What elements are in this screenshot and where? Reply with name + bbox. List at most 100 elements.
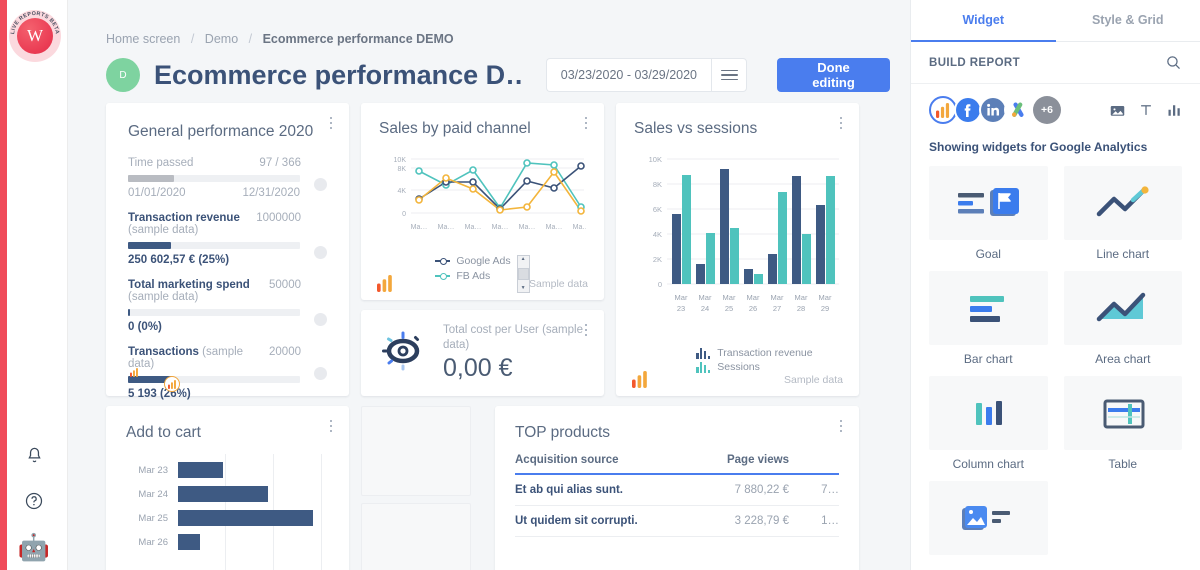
google-ads-icon[interactable] xyxy=(1004,96,1032,124)
image-icon[interactable] xyxy=(1110,103,1125,118)
linkedin-icon[interactable] xyxy=(979,96,1007,124)
breadcrumb-home[interactable]: Home screen xyxy=(106,32,180,46)
widget-option-area-chart[interactable]: Area chart xyxy=(1063,271,1182,366)
robot-icon[interactable]: 🤖 xyxy=(18,532,50,562)
widget-option-label: Table xyxy=(1108,457,1138,471)
question-circle-icon[interactable] xyxy=(19,486,49,516)
kpi-status-dot xyxy=(314,367,327,380)
widget-menu-icon[interactable] xyxy=(579,113,593,133)
empty-widget-slot[interactable] xyxy=(361,406,471,496)
svg-text:Ma…: Ma… xyxy=(465,224,482,231)
svg-text:23: 23 xyxy=(677,304,685,313)
legend-item[interactable]: Transaction revenue xyxy=(696,347,813,359)
svg-text:Mar: Mar xyxy=(675,293,688,302)
kpi-goal: 50000 xyxy=(269,279,301,291)
google-analytics-icon[interactable] xyxy=(929,96,957,124)
widget-general-performance[interactable]: General performance 2020 Time passed 97 … xyxy=(106,103,349,400)
widget-option-goal[interactable]: Goal xyxy=(929,166,1048,261)
scroll-up-icon[interactable]: ▲ xyxy=(521,256,526,263)
column-header-page-views[interactable]: Page views xyxy=(696,454,789,475)
text-icon[interactable] xyxy=(1139,103,1153,117)
google-analytics-icon-footer xyxy=(126,364,142,380)
widget-menu-icon[interactable] xyxy=(324,416,338,436)
svg-text:25: 25 xyxy=(725,304,733,313)
widget-top-products[interactable]: TOP products Acquisition source Page vie… xyxy=(495,406,859,570)
hamburger-icon[interactable] xyxy=(711,58,748,92)
kpi-value: 5 193 (26%) xyxy=(128,388,191,400)
table-icon xyxy=(1063,376,1182,450)
widget-option-table[interactable]: Table xyxy=(1063,376,1182,471)
search-icon[interactable] xyxy=(1165,54,1182,71)
widget-menu-icon[interactable] xyxy=(324,113,338,133)
widget-option-bar-chart[interactable]: Bar chart xyxy=(929,271,1048,366)
done-editing-button[interactable]: Done editing xyxy=(777,58,890,92)
more-sources-button[interactable]: +6 xyxy=(1033,96,1061,124)
kpi-progress-fill xyxy=(128,309,131,316)
source-icon-group: +6 xyxy=(929,96,1061,124)
widget-option-column-chart[interactable]: Column chart xyxy=(929,376,1048,471)
tab-style-and-grid[interactable]: Style & Grid xyxy=(1056,0,1200,42)
kpi-label: Total marketing spend xyxy=(128,279,250,291)
widget-sales-by-paid-channel[interactable]: Sales by paid channel 10K 8K 4K 0 Ma… Ma… xyxy=(361,103,604,300)
widget-menu-icon[interactable] xyxy=(579,320,593,340)
kpi-end-date: 12/31/2020 xyxy=(242,187,300,199)
date-range-input[interactable]: 03/23/2020 - 03/29/2020 xyxy=(545,58,712,92)
google-analytics-icon xyxy=(377,275,394,292)
kpi-goal: 97 / 366 xyxy=(259,157,301,169)
chart-icon[interactable] xyxy=(1167,103,1182,118)
build-report-bar: BUILD REPORT xyxy=(911,42,1200,84)
facebook-icon[interactable] xyxy=(954,96,982,124)
hbar-label: Mar 24 xyxy=(138,488,168,500)
svg-text:4K: 4K xyxy=(397,188,406,195)
table-row[interactable]: Et ab qui alias sunt. 7 880,22 € 7… xyxy=(515,474,839,506)
widget-add-to-cart[interactable]: Add to cart Mar 23 Mar 24 Mar 25 Mar 26 xyxy=(106,406,349,570)
hbar-label: Mar 25 xyxy=(138,512,168,524)
legend-marker-transaction-revenue xyxy=(696,347,711,359)
hbar-fill xyxy=(178,510,313,526)
widget-option-label: Goal xyxy=(975,247,1001,261)
legend-item[interactable]: Google Ads xyxy=(435,255,511,267)
widget-option-label: Column chart xyxy=(952,457,1024,471)
tab-widget[interactable]: Widget xyxy=(911,0,1056,42)
breadcrumb: Home screen / Demo / Ecommerce performan… xyxy=(106,32,454,46)
report-avatar: D xyxy=(106,58,140,92)
svg-text:8K: 8K xyxy=(397,166,406,173)
widget-tool-group xyxy=(1110,103,1182,118)
widget-option-label: Line chart xyxy=(1096,247,1150,261)
page-title[interactable]: Ecommerce performance D… xyxy=(154,60,524,91)
column-header-extra[interactable] xyxy=(789,454,839,475)
breadcrumb-separator-2: / xyxy=(248,32,253,46)
widget-title: Sales by paid channel xyxy=(379,120,531,137)
build-report-title: BUILD REPORT xyxy=(929,56,1021,69)
google-analytics-icon xyxy=(164,376,180,392)
bell-icon[interactable] xyxy=(19,440,49,470)
widget-menu-icon[interactable] xyxy=(834,113,848,133)
kpi-goal: 1000000 xyxy=(256,212,301,224)
app-logo[interactable]: LIVE REPORTS BETA W xyxy=(9,10,61,62)
widget-menu-icon[interactable] xyxy=(834,416,848,436)
breadcrumb-demo[interactable]: Demo xyxy=(205,32,238,46)
breadcrumb-current: Ecommerce performance DEMO xyxy=(262,32,454,46)
kpi-label: Time passed xyxy=(128,157,194,169)
svg-text:Mar: Mar xyxy=(747,293,760,302)
rail-icon-group: 🤖 xyxy=(0,440,68,562)
left-rail: LIVE REPORTS BETA W 🤖 xyxy=(0,0,68,570)
widget-option-image[interactable] xyxy=(929,481,1048,562)
svg-text:Mar: Mar xyxy=(795,293,808,302)
hbar-fill xyxy=(178,462,223,478)
report-header: D Ecommerce performance D… 03/23/2020 - … xyxy=(106,58,890,92)
column-header-acquisition-source[interactable]: Acquisition source xyxy=(515,454,697,475)
empty-widget-slot[interactable] xyxy=(361,503,471,570)
widget-sales-vs-sessions[interactable]: Sales vs sessions 10K 8K 6K 4K 2K 0 Mar … xyxy=(616,103,859,396)
date-range-group: 03/23/2020 - 03/29/2020 xyxy=(545,58,748,92)
sample-data-label: Sample data xyxy=(529,277,588,290)
bar-chart-icon xyxy=(929,271,1048,345)
widget-option-line-chart[interactable]: Line chart xyxy=(1063,166,1182,261)
widget-total-cost-per-user[interactable]: Total cost per User (sample data) 0,00 € xyxy=(361,310,604,396)
svg-text:24: 24 xyxy=(701,304,709,313)
hbar-fill xyxy=(178,486,268,502)
table-row[interactable]: Ut quidem sit corrupti. 3 228,79 € 1… xyxy=(515,505,839,537)
logo-letter: W xyxy=(17,18,53,54)
widget-option-label: Area chart xyxy=(1095,352,1151,366)
hbar-label: Mar 23 xyxy=(138,464,168,476)
